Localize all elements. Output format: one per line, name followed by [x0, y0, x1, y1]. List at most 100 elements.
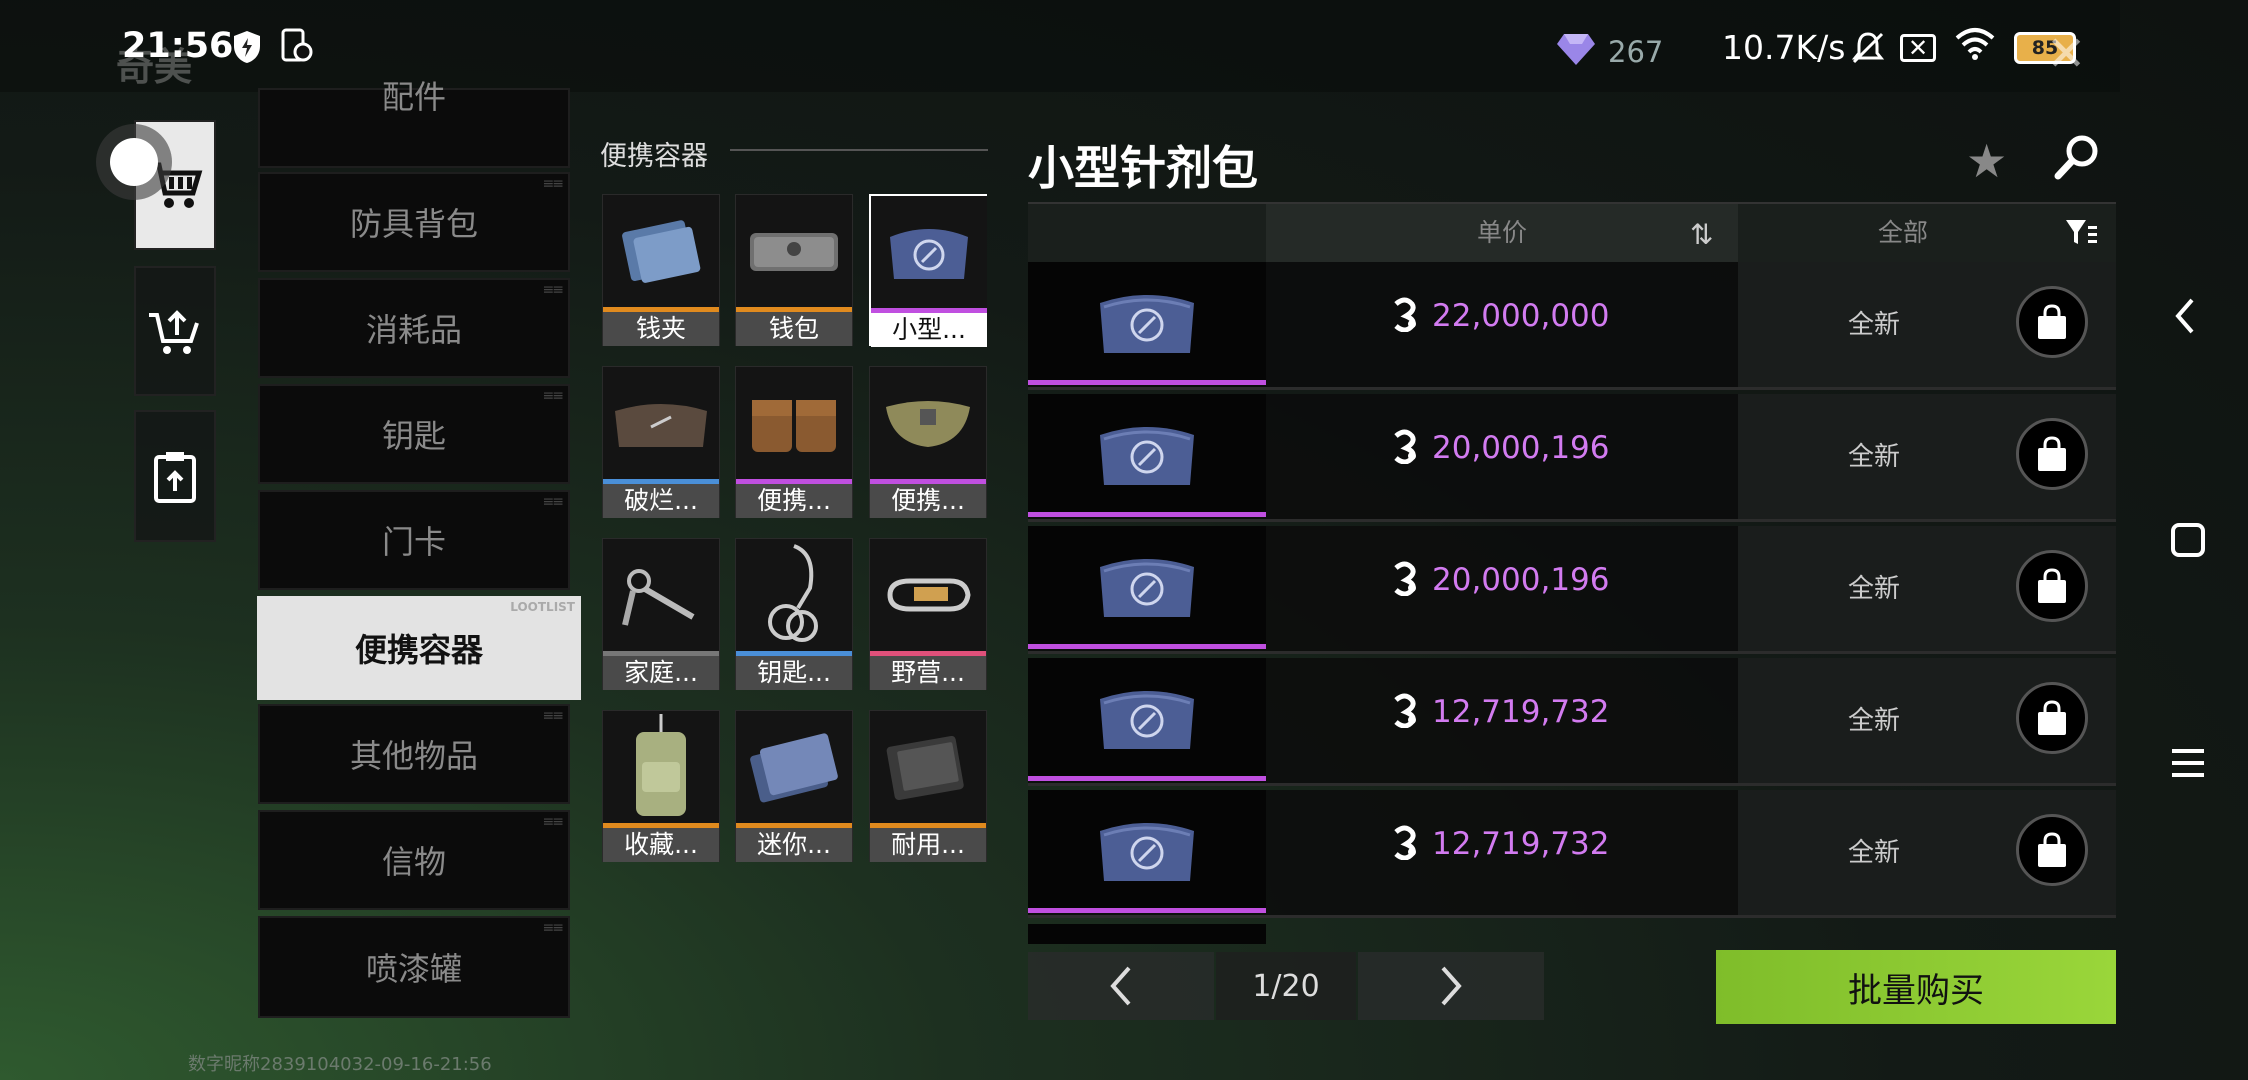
grid-item[interactable]: 破烂...	[602, 366, 720, 518]
grid-item[interactable]: 野营...	[869, 538, 987, 690]
item-image	[870, 367, 986, 479]
listing-row[interactable]: 22,000,000 全新	[1028, 262, 2116, 390]
buy-button[interactable]	[2016, 550, 2088, 622]
prev-page-button[interactable]	[1028, 952, 1214, 1020]
listing-condition: 全新	[1848, 310, 1901, 340]
item-title: 小型针剂包	[1028, 141, 1258, 195]
grid-item[interactable]: 钥匙...	[735, 538, 853, 690]
floating-toggle[interactable]	[110, 138, 158, 186]
buy-button[interactable]	[2016, 814, 2088, 886]
corner-grip-icon: ≡≡	[542, 708, 565, 724]
listing-row[interactable]: 12,719,732 全新	[1028, 790, 2116, 918]
player-id-watermark: 数字昵称2839104032-09-16-21:56	[188, 1054, 492, 1075]
orders-button[interactable]	[134, 410, 216, 542]
gem-count: 267	[1608, 35, 1664, 69]
listing-item-image	[1028, 790, 1266, 908]
listing-row[interactable]: 12,719,732 全新	[1028, 658, 2116, 786]
bulk-buy-button[interactable]: 批量购买	[1716, 950, 2116, 1024]
item-name: 破烂...	[603, 484, 719, 518]
item-image	[603, 711, 719, 823]
grid-item[interactable]: 钱包	[735, 194, 853, 346]
listing-condition: 全新	[1848, 706, 1901, 736]
search-icon[interactable]	[2054, 134, 2100, 191]
listing-price: 12,719,732	[1432, 694, 1610, 730]
rarity-bar	[1028, 380, 1266, 385]
listing-price: 12,719,732	[1432, 826, 1610, 862]
shopping-bag-icon	[2038, 568, 2066, 603]
listing-row[interactable]: 20,000,196 全新	[1028, 394, 2116, 522]
grid-item[interactable]: 耐用...	[869, 710, 987, 862]
listing-item-image	[1028, 658, 1266, 776]
document-icon	[280, 28, 314, 72]
category-label: 防具背包	[349, 205, 478, 243]
shopping-bag-icon	[2038, 304, 2066, 339]
clipboard-icon	[154, 452, 196, 503]
close-icon[interactable]: ✕	[2046, 26, 2086, 82]
item-name: 钱包	[736, 312, 852, 346]
listing-price: 22,000,000	[1432, 298, 1610, 334]
price-sort-header[interactable]: 单价	[1266, 204, 1738, 262]
item-image	[736, 367, 852, 479]
sort-arrows-icon[interactable]: ⇅	[1690, 218, 1713, 251]
condition-filter-header[interactable]: 全部	[1738, 204, 2068, 262]
category-label: 其他物品	[349, 737, 478, 775]
item-name: 钱夹	[603, 312, 719, 346]
sell-cart-button[interactable]	[134, 266, 216, 396]
listing-item-image	[1028, 262, 1266, 380]
cart-upload-icon	[149, 310, 199, 354]
item-name: 野营...	[870, 656, 986, 690]
grid-item[interactable]: 钱夹	[602, 194, 720, 346]
shopping-bag-icon	[2038, 700, 2066, 735]
currency-icon	[1390, 560, 1420, 604]
category-tokens[interactable]: 信物 ≡≡	[258, 810, 570, 910]
favorite-star-icon[interactable]: ★	[1966, 134, 2007, 188]
grid-item[interactable]: 便携...	[869, 366, 987, 518]
category-label: 信物	[381, 843, 446, 881]
item-image	[603, 195, 719, 307]
category-label: 门卡	[381, 523, 446, 561]
buy-button[interactable]	[2016, 286, 2088, 358]
category-label: 配件	[381, 78, 446, 116]
listing-item-image	[1028, 526, 1266, 644]
nav-menu-icon[interactable]	[2170, 746, 2206, 784]
grid-item[interactable]: 小型...	[869, 194, 987, 347]
item-name: 收藏...	[603, 828, 719, 862]
mute-bell-icon	[1850, 30, 1886, 74]
grid-item[interactable]: 便携...	[735, 366, 853, 518]
market-cart-button[interactable]	[134, 120, 216, 250]
category-spray-cans[interactable]: 喷漆罐 ≡≡	[258, 916, 570, 1018]
listing-row[interactable]: 20,000,196 全新	[1028, 526, 2116, 654]
nav-home-icon[interactable]	[2170, 522, 2206, 562]
grid-item[interactable]: 家庭...	[602, 538, 720, 690]
category-keycards[interactable]: 门卡 ≡≡	[258, 490, 570, 590]
category-consumables[interactable]: 消耗品 ≡≡	[258, 278, 570, 378]
rarity-bar	[1028, 644, 1266, 649]
grid-item[interactable]: 迷你...	[735, 710, 853, 862]
item-image	[870, 539, 986, 651]
item-image	[871, 196, 987, 308]
grid-title: 便携容器	[600, 141, 708, 172]
listing-price: 20,000,196	[1432, 562, 1610, 598]
category-keys[interactable]: 钥匙 ≡≡	[258, 384, 570, 484]
category-other-items[interactable]: 其他物品 ≡≡	[258, 704, 570, 804]
category-partial-top[interactable]: 配件	[258, 78, 570, 168]
nav-back-icon[interactable]	[2170, 296, 2200, 340]
category-tag: LOOTLIST	[510, 600, 575, 614]
item-name: 便携...	[870, 484, 986, 518]
category-portable-containers[interactable]: 便携容器 LOOTLIST	[257, 596, 581, 700]
filter-icon[interactable]	[2064, 216, 2098, 252]
buy-button[interactable]	[2016, 418, 2088, 490]
buy-button[interactable]	[2016, 682, 2088, 754]
listing-condition: 全新	[1848, 442, 1901, 472]
rarity-bar	[1028, 776, 1266, 781]
item-image	[603, 539, 719, 651]
next-page-button[interactable]	[1358, 952, 1544, 1020]
grid-item[interactable]: 收藏...	[602, 710, 720, 862]
divider	[730, 149, 988, 151]
currency-icon	[1390, 296, 1420, 340]
category-armor-backpack[interactable]: 防具背包 ≡≡	[258, 172, 570, 272]
item-image	[736, 539, 852, 651]
category-label: 便携容器	[354, 631, 483, 669]
corner-grip-icon: ≡≡	[542, 388, 565, 404]
clock: 21:56	[122, 26, 234, 66]
